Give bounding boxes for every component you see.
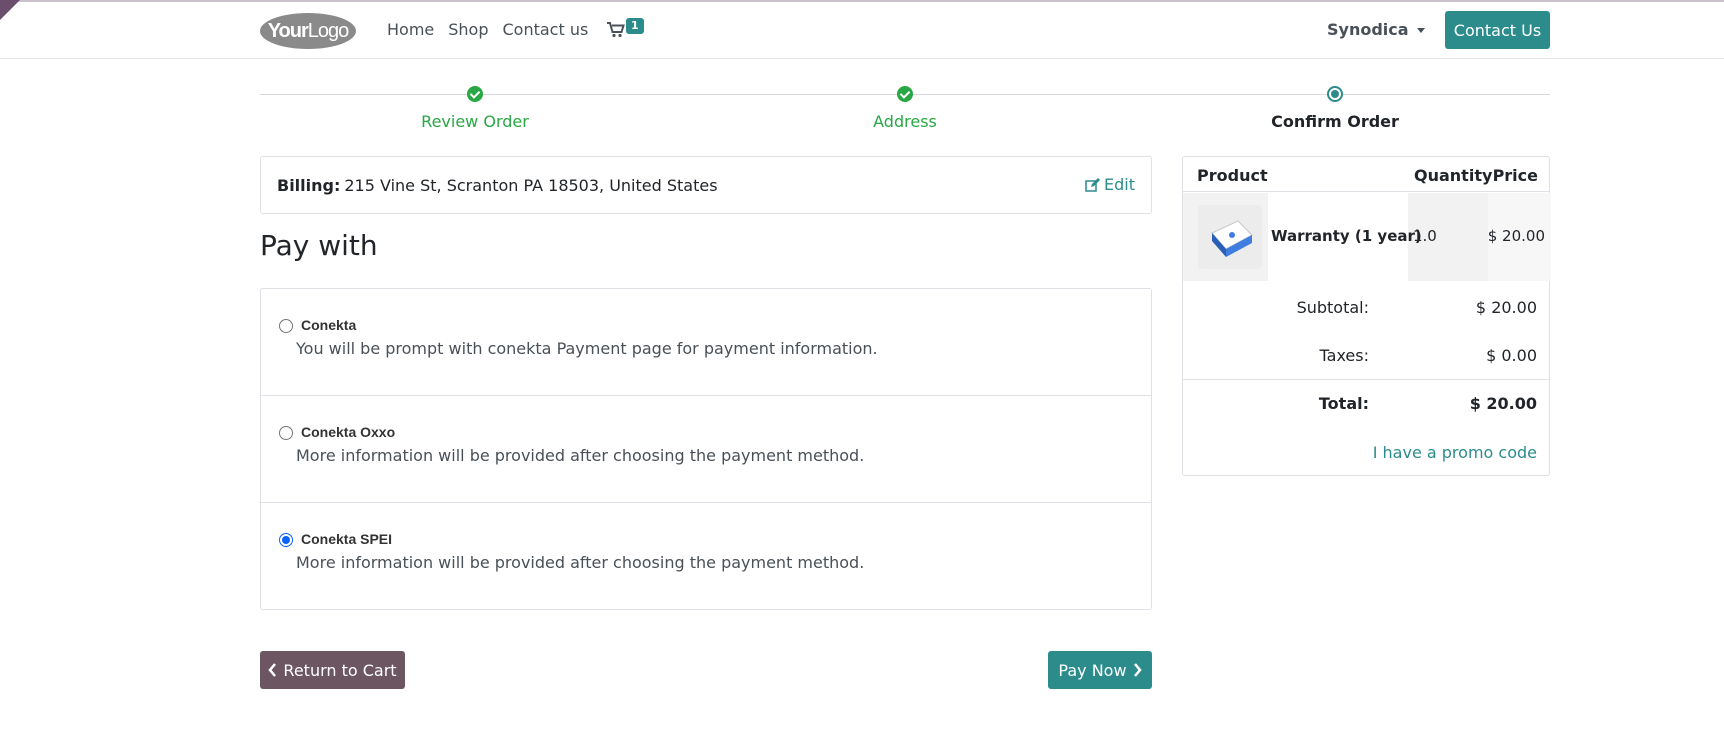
product-name[interactable]: Warranty (1 year) <box>1271 227 1422 245</box>
billing-address-card: Billing: 215 Vine St, Scranton PA 18503,… <box>260 156 1152 214</box>
edit-icon <box>1085 177 1101 192</box>
user-dropdown[interactable]: Synodica <box>1327 20 1425 39</box>
payment-option-conekta[interactable]: Conekta You will be prompt with conekta … <box>261 289 1151 396</box>
payment-description: You will be prompt with conekta Payment … <box>296 339 878 358</box>
payment-description: More information will be provided after … <box>296 553 865 572</box>
return-label: Return to Cart <box>283 660 397 680</box>
order-summary: Product Quantity Price Warranty (1 year)… <box>1182 156 1551 476</box>
step-address[interactable]: Address <box>805 86 1005 131</box>
site-header: Your Logo Home Shop Contact us 1 Synodica… <box>0 0 1724 59</box>
payment-radio-selected[interactable] <box>279 533 293 547</box>
chevron-left-icon <box>268 663 277 677</box>
chevron-right-icon <box>1133 663 1142 677</box>
pay-label: Pay Now <box>1058 660 1127 680</box>
product-price: $ 20.00 <box>1487 227 1545 245</box>
logo-text-thin: Logo <box>307 19 349 42</box>
payment-description: More information will be provided after … <box>296 446 865 465</box>
total-value: $ 20.00 <box>1469 394 1537 413</box>
billing-address: 215 Vine St, Scranton PA 18503, United S… <box>344 175 718 195</box>
nav-shop[interactable]: Shop <box>448 20 488 39</box>
col-price: Price <box>1492 166 1538 185</box>
payment-name: Conekta SPEI <box>301 531 393 547</box>
pay-now-button[interactable]: Pay Now <box>1048 651 1152 689</box>
payment-option-conekta-spei[interactable]: Conekta SPEI More information will be pr… <box>261 503 1151 609</box>
total-label: Total: <box>1318 394 1369 413</box>
total-divider <box>1183 379 1549 380</box>
cart-count-badge: 1 <box>626 18 644 34</box>
summary-item-row: Warranty (1 year) 1.0 $ 20.00 <box>1183 193 1551 281</box>
step-label: Review Order <box>421 112 529 131</box>
edit-label: Edit <box>1104 175 1135 194</box>
main-nav: Home Shop Contact us <box>387 20 588 39</box>
taxes-value: $ 0.00 <box>1486 346 1537 365</box>
caret-down-icon <box>1416 28 1425 33</box>
payment-radio[interactable] <box>279 426 293 440</box>
payment-option-conekta-oxxo[interactable]: Conekta Oxxo More information will be pr… <box>261 396 1151 503</box>
product-quantity: 1.0 <box>1413 227 1437 245</box>
pay-with-heading: Pay with <box>260 229 378 262</box>
summary-header: Product Quantity Price <box>1183 157 1549 192</box>
taxes-label: Taxes: <box>1319 346 1369 365</box>
return-to-cart-button[interactable]: Return to Cart <box>260 651 405 689</box>
product-thumbnail[interactable] <box>1198 205 1262 269</box>
billing-label: Billing: <box>277 175 341 195</box>
check-circle-icon <box>467 86 483 102</box>
step-label: Address <box>873 112 937 131</box>
payment-name: Conekta Oxxo <box>301 424 396 440</box>
step-confirm-order: Confirm Order <box>1235 86 1435 131</box>
nav-home[interactable]: Home <box>387 20 434 39</box>
edit-billing-link[interactable]: Edit <box>1085 175 1135 194</box>
cart-link[interactable]: 1 <box>607 18 647 44</box>
contact-us-button[interactable]: Contact Us <box>1445 11 1550 49</box>
product-box-image <box>1211 220 1253 257</box>
user-name: Synodica <box>1327 20 1409 39</box>
site-logo[interactable]: Your Logo <box>260 13 356 49</box>
shopping-cart-icon <box>607 22 625 38</box>
col-quantity: Quantity <box>1414 166 1493 185</box>
step-review-order[interactable]: Review Order <box>375 86 575 131</box>
payment-method-list: Conekta You will be prompt with conekta … <box>260 288 1152 610</box>
step-label: Confirm Order <box>1271 112 1399 131</box>
check-circle-icon <box>897 86 913 102</box>
col-product: Product <box>1197 166 1268 185</box>
nav-contact[interactable]: Contact us <box>503 20 589 39</box>
payment-name: Conekta <box>301 317 357 333</box>
subtotal-value: $ 20.00 <box>1475 298 1537 317</box>
payment-radio[interactable] <box>279 319 293 333</box>
logo-text-bold: Your <box>267 19 309 42</box>
current-step-icon <box>1327 86 1343 102</box>
promo-code-link[interactable]: I have a promo code <box>1373 443 1537 462</box>
subtotal-label: Subtotal: <box>1296 298 1369 317</box>
